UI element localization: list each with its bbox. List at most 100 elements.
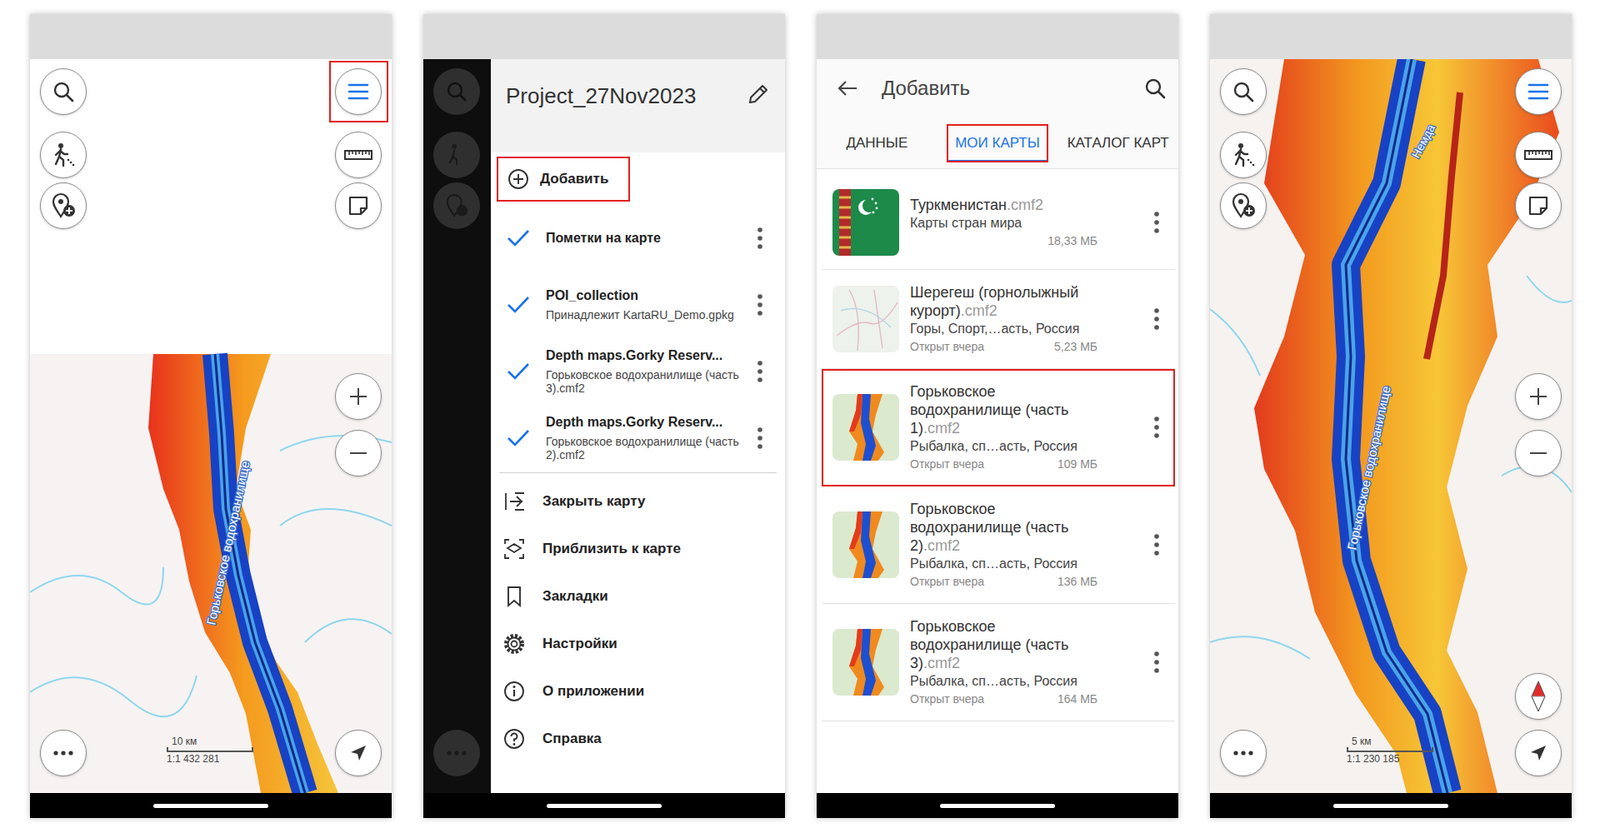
status-bar	[423, 14, 785, 60]
bookmark-icon	[502, 585, 526, 609]
navigation-bar	[1210, 793, 1572, 819]
layer-item[interactable]: Depth maps.Gorky Reserv... Горьковское в…	[490, 405, 785, 472]
more-vertical-icon[interactable]	[1153, 650, 1160, 675]
more-vertical-icon[interactable]	[1153, 210, 1160, 235]
map-item[interactable]: Шерегеш (горнолыжный курорт).cmf2 Горы, …	[821, 270, 1175, 370]
more-vertical-icon[interactable]	[756, 226, 764, 250]
zoom-out-button[interactable]	[335, 430, 382, 477]
map-label: Горьковское водохранилище	[1344, 385, 1393, 552]
add-button[interactable]: Добавить	[496, 156, 630, 202]
map-item[interactable]: Горьковское водохранилище (часть 2).cmf2…	[821, 486, 1175, 605]
layer-item[interactable]: Пометки на карте	[490, 205, 785, 272]
zoom-in-button[interactable]	[335, 373, 382, 420]
menu-item[interactable]: Справка	[490, 715, 785, 763]
navigation-icon	[1528, 743, 1549, 764]
zoom-in-button[interactable]	[1515, 373, 1562, 420]
search-icon	[1143, 76, 1167, 100]
zoom-out-icon	[1528, 443, 1549, 464]
menu-item[interactable]: Приблизить к карте	[490, 525, 785, 573]
depth-thumbnail-icon	[832, 629, 900, 696]
more-vertical-icon[interactable]	[756, 426, 764, 450]
tab[interactable]: ДАННЫЕ	[816, 117, 938, 169]
flag-thumbnail-icon	[832, 189, 900, 256]
more-vertical-icon[interactable]	[756, 293, 764, 317]
add-pin-button	[433, 182, 480, 230]
layer-title: Depth maps.Gorky Reserv...	[545, 348, 746, 364]
track-button[interactable]	[40, 131, 87, 179]
add-pin-button[interactable]	[40, 182, 87, 230]
check-icon[interactable]	[505, 228, 531, 249]
compass-button[interactable]	[1515, 673, 1562, 720]
check-icon[interactable]	[505, 295, 531, 315]
check-icon[interactable]	[505, 361, 531, 382]
map-item[interactable]: Туркменистан.cmf2 Карты стран мира 18,33…	[821, 175, 1175, 270]
layer-item[interactable]: POI_collection Принадлежит KartaRU_Demo.…	[490, 271, 785, 339]
map-item[interactable]: Горьковское водохранилище (часть 1).cmf2…	[821, 369, 1175, 487]
map-name: Горьковское водохранилище (часть 3).cmf2	[910, 617, 1098, 673]
ruler-button[interactable]	[335, 131, 382, 179]
map-view[interactable]: НемдаГорьковское водохранилище 5 км 1:1 …	[1210, 59, 1572, 794]
highlight-box	[329, 60, 389, 123]
close-icon	[502, 490, 526, 514]
dimmed-map[interactable]	[423, 59, 491, 794]
opened-time: Открыт вчера	[910, 690, 985, 708]
more-vertical-icon[interactable]	[756, 360, 764, 384]
menu-item[interactable]: Закладки	[490, 572, 785, 620]
layer-item[interactable]: Depth maps.Gorky Reserv... Горьковское в…	[490, 338, 785, 405]
zoom-out-button[interactable]	[1515, 430, 1562, 477]
note-button[interactable]	[1515, 182, 1562, 230]
phone-screen: Добавить ДАННЫЕМОИ КАРТЫКАТАЛОГ КАРТ Тур…	[816, 14, 1179, 819]
plus-circle-icon	[506, 167, 530, 191]
pencil-icon[interactable]	[746, 82, 770, 106]
search-icon	[1231, 80, 1255, 104]
river-label: Немда	[1409, 121, 1439, 160]
status-bar	[30, 14, 392, 60]
search-button[interactable]	[40, 68, 87, 115]
menu-icon	[1527, 82, 1550, 101]
add-pin-button[interactable]	[1220, 182, 1267, 230]
more-button	[433, 730, 480, 777]
opened-time: Открыт вчера	[910, 338, 985, 355]
back-arrow-icon[interactable]	[836, 79, 859, 98]
locate-button[interactable]	[335, 730, 382, 777]
ruler-button[interactable]	[1515, 131, 1562, 179]
map-name: Горьковское водохранилище (часть 2).cmf2	[910, 500, 1098, 555]
check-icon[interactable]	[505, 428, 531, 449]
note-button[interactable]	[335, 182, 382, 230]
menu-item[interactable]: Закрыть карту	[490, 477, 785, 525]
phone-screen: НемдаГорьковское водохранилище 5 км 1:1 …	[1210, 14, 1572, 819]
layer-title: Пометки на карте	[545, 230, 746, 246]
layer-title: Depth maps.Gorky Reserv...	[545, 415, 746, 430]
search-button[interactable]	[1220, 68, 1267, 115]
map-tags: Рыбалка, сп…асть, Россия	[910, 672, 1098, 691]
menu-item[interactable]: Настройки	[490, 620, 785, 668]
more-button[interactable]	[40, 730, 87, 777]
note-icon	[347, 195, 370, 217]
more-vertical-icon[interactable]	[1153, 307, 1160, 331]
track-icon	[1230, 141, 1257, 169]
layer-subtitle: Горьковское водохранилище (часть 3).cmf2	[545, 368, 746, 395]
more-vertical-icon[interactable]	[1153, 415, 1160, 440]
status-bar	[816, 14, 1179, 60]
map-name: Шерегеш (горнолыжный курорт).cmf2	[910, 283, 1098, 320]
project-title: Project_27Nov2023	[505, 82, 696, 110]
tab[interactable]: МОИ КАРТЫ	[937, 117, 1059, 169]
locate-button[interactable]	[1515, 730, 1562, 777]
depth-map[interactable]: Немда Горьковское водохранилище	[1210, 59, 1572, 794]
menu-button[interactable]	[1515, 68, 1562, 115]
layer-title: POI_collection	[545, 288, 746, 304]
menu-item[interactable]: О приложении	[490, 667, 785, 715]
more-vertical-icon[interactable]	[1153, 533, 1160, 557]
navigation-bar	[30, 793, 392, 819]
map-item[interactable]: Горьковское водохранилище (часть 3).cmf2…	[821, 604, 1175, 722]
status-bar	[1210, 14, 1572, 60]
depth-map[interactable]: Горьковское водохранилище	[30, 59, 392, 794]
more-button[interactable]	[1220, 730, 1267, 777]
app-bar: Добавить	[816, 59, 1179, 118]
tab[interactable]: КАТАЛОГ КАРТ	[1057, 117, 1179, 169]
add-pin-icon	[50, 192, 77, 220]
track-button[interactable]	[1220, 131, 1267, 179]
track-icon	[50, 141, 77, 169]
map-view[interactable]: Горьковское водохранилище 10 км 1:1 432 …	[30, 59, 392, 794]
menu-button[interactable]	[335, 68, 382, 115]
